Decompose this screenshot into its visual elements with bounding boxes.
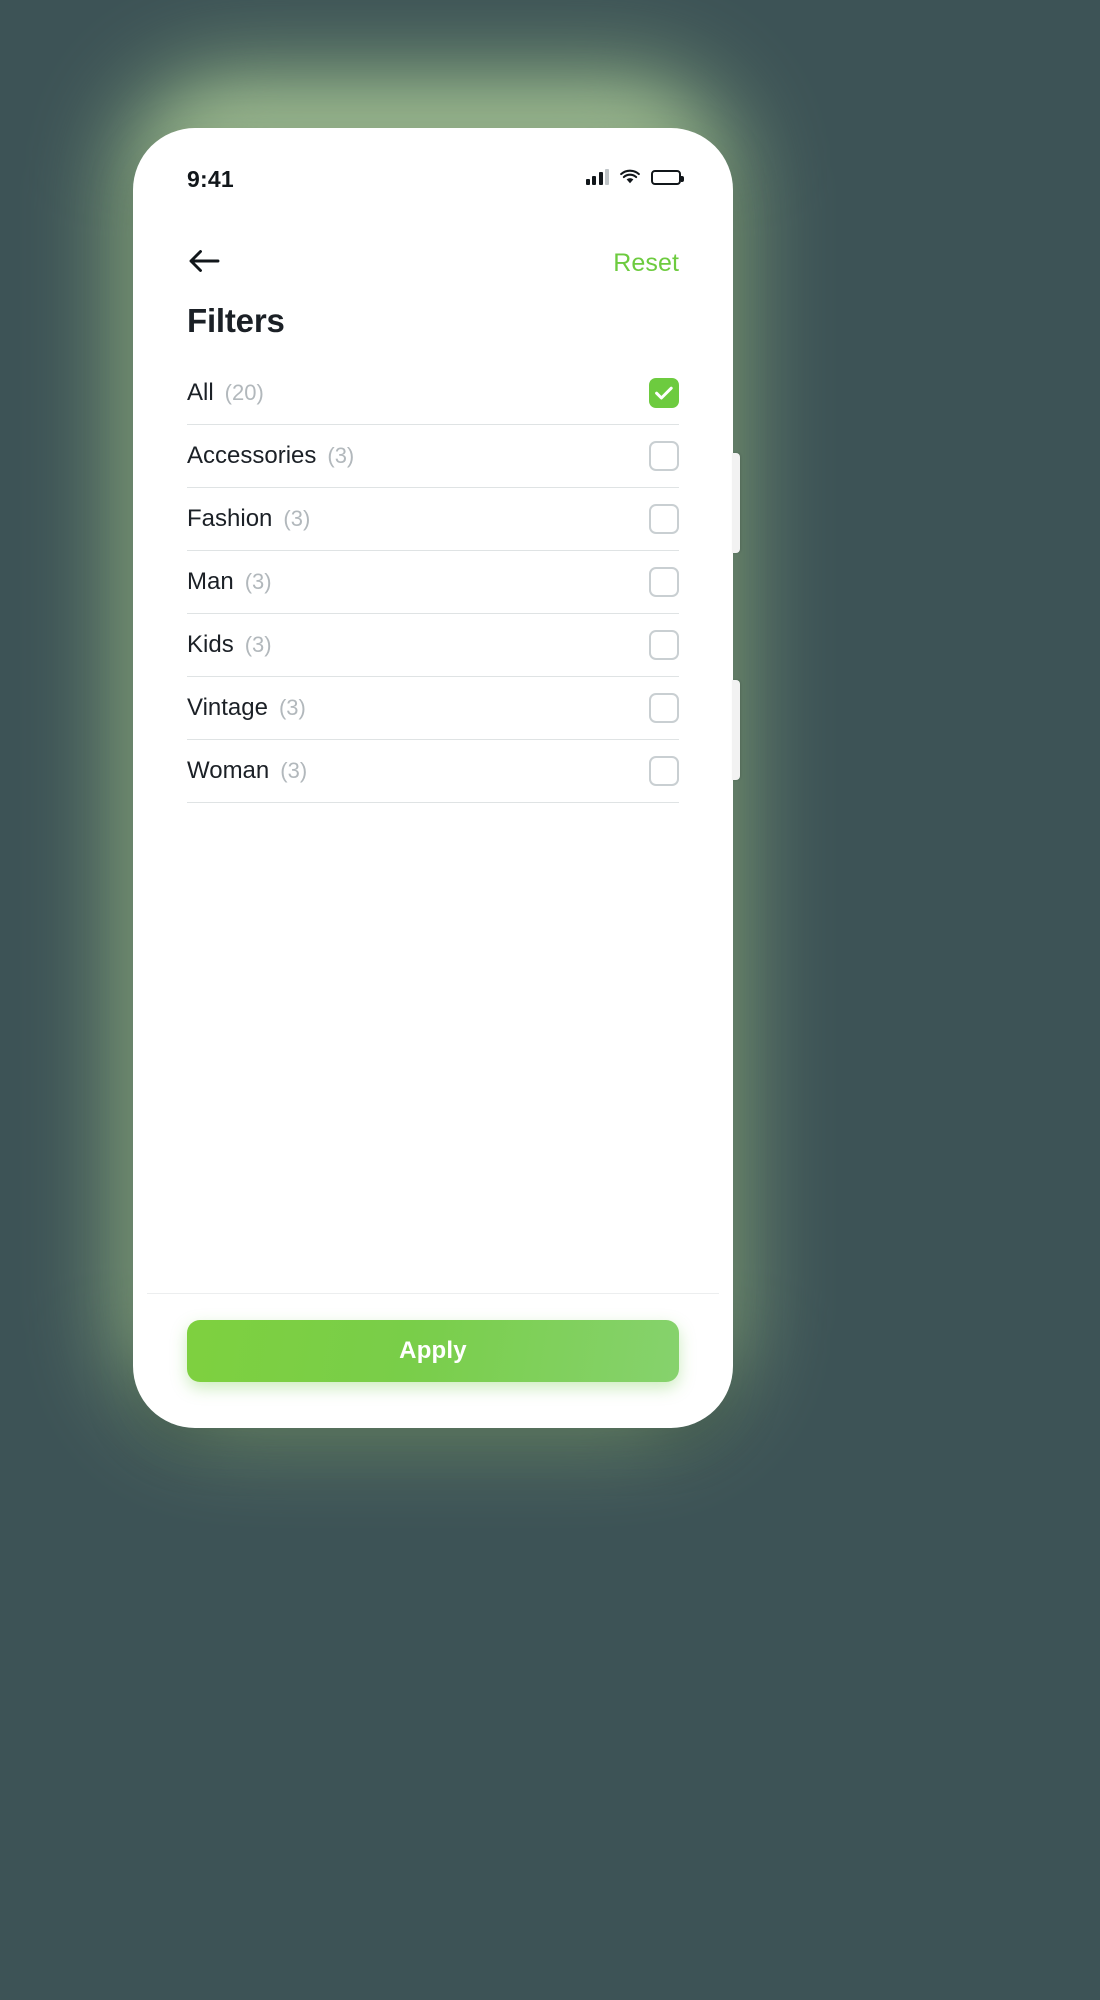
filter-count: (3) <box>327 443 355 468</box>
cellular-signal-icon <box>585 169 609 185</box>
filter-name: Kids <box>187 631 234 658</box>
filter-row[interactable]: Kids (3) <box>187 614 679 677</box>
filter-count: (3) <box>244 569 272 594</box>
checkbox-checked[interactable] <box>649 378 679 408</box>
filter-name: Accessories <box>187 442 317 469</box>
filter-name: Woman <box>187 757 270 784</box>
filter-name: Fashion <box>187 505 273 532</box>
filter-list: All (20) Accessories (3) Fashion (3) Man (3) Kid… <box>147 340 719 803</box>
checkbox-unchecked[interactable] <box>649 567 679 597</box>
filter-label-group: Man (3) <box>187 568 272 596</box>
filter-name: All <box>187 379 214 406</box>
phone-screen: 9:41 Reset Filters All (20) Accessories … <box>147 142 719 1414</box>
filter-label-group: All (20) <box>187 379 264 407</box>
filter-count: (3) <box>280 758 308 783</box>
filter-count: (3) <box>283 506 311 531</box>
wifi-icon <box>620 169 640 185</box>
filter-label-group: Woman (3) <box>187 757 307 785</box>
filter-name: Vintage <box>187 694 268 721</box>
volume-down-button[interactable] <box>732 680 740 780</box>
phone-device: 9:41 Reset Filters All (20) Accessories … <box>133 128 740 1428</box>
filter-row[interactable]: Accessories (3) <box>187 425 679 488</box>
status-icons <box>585 168 684 185</box>
filter-row[interactable]: Woman (3) <box>187 740 679 803</box>
status-time: 9:41 <box>187 166 234 192</box>
filter-count: (20) <box>224 380 264 405</box>
filter-name: Man <box>187 568 234 595</box>
filter-row[interactable]: Man (3) <box>187 551 679 614</box>
checkbox-unchecked[interactable] <box>649 630 679 660</box>
arrow-left-icon <box>187 248 221 279</box>
back-button[interactable] <box>187 246 227 280</box>
checkbox-unchecked[interactable] <box>649 441 679 471</box>
checkbox-unchecked[interactable] <box>649 504 679 534</box>
page-title: Filters <box>187 302 285 339</box>
filter-label-group: Vintage (3) <box>187 694 306 722</box>
checkbox-unchecked[interactable] <box>649 756 679 786</box>
nav-bar: Reset <box>147 212 719 286</box>
filter-row[interactable]: Vintage (3) <box>187 677 679 740</box>
filter-label-group: Accessories (3) <box>187 442 354 470</box>
apply-button[interactable]: Apply <box>187 1320 679 1382</box>
footer-bar: Apply <box>147 1293 719 1414</box>
filter-row[interactable]: All (20) <box>187 362 679 425</box>
status-bar: 9:41 <box>147 142 719 212</box>
filter-label-group: Kids (3) <box>187 631 272 659</box>
battery-icon <box>651 169 684 185</box>
filter-label-group: Fashion (3) <box>187 505 310 533</box>
filter-count: (3) <box>244 632 272 657</box>
screenshot-stage: 9:41 Reset Filters All (20) Accessories … <box>0 0 1100 2000</box>
volume-up-button[interactable] <box>732 453 740 553</box>
check-icon <box>655 386 673 400</box>
checkbox-unchecked[interactable] <box>649 693 679 723</box>
filter-row[interactable]: Fashion (3) <box>187 488 679 551</box>
reset-button[interactable]: Reset <box>613 249 679 278</box>
filter-count: (3) <box>278 695 306 720</box>
